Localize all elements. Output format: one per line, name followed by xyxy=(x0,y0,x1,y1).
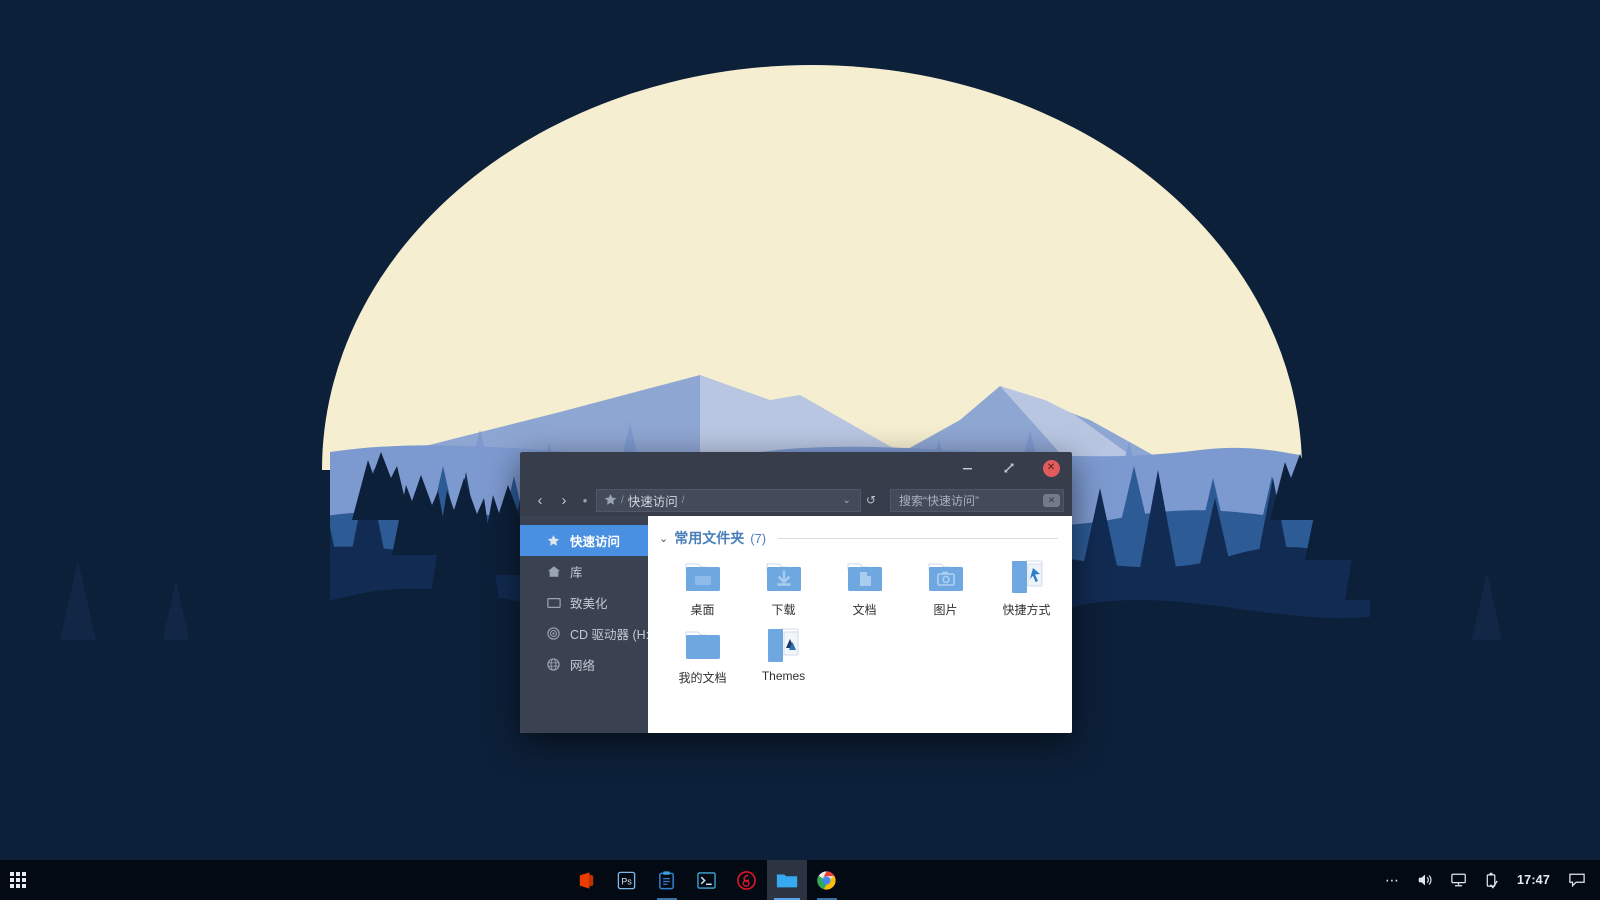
desktop-wallpaper xyxy=(0,0,1600,900)
taskbar-item-notes[interactable] xyxy=(647,860,687,900)
maximize-icon xyxy=(1004,463,1014,473)
photoshop-icon: Ps xyxy=(617,871,636,889)
folder-open-shortcut-icon xyxy=(1004,558,1050,596)
search-input[interactable]: 搜索“快速访问” ✕ xyxy=(890,488,1064,512)
folder-desktop-icon xyxy=(680,558,726,596)
clipboard-icon xyxy=(659,870,674,889)
maximize-button[interactable] xyxy=(988,452,1030,484)
refresh-button[interactable]: ↺ xyxy=(865,493,882,507)
tray-volume-button[interactable] xyxy=(1408,860,1442,900)
close-button[interactable]: ✕ xyxy=(1030,452,1072,484)
navigation-bar: ‹ › • / 快速访问 / ⌄ ↺ 搜索“快速访问” ✕ xyxy=(520,484,1072,516)
window-body: 快速访问 库 致美化 CD 驱动器 (H:) 网络 ⌄ 常用文件夹 (7) 桌面… xyxy=(520,516,1072,733)
folder-label: 图片 xyxy=(933,603,958,617)
folder-tile-desktop[interactable]: 桌面 xyxy=(662,556,743,624)
clear-search-icon[interactable]: ✕ xyxy=(1043,493,1060,507)
folder-grid: 桌面 下载 文档 图片 快捷方式 我的文档 Themes xyxy=(648,548,1072,692)
folder-tile-documents[interactable]: 文档 xyxy=(824,556,905,624)
folder-tile-shortcuts[interactable]: 快捷方式 xyxy=(986,556,1067,624)
folder-tile-themes[interactable]: Themes xyxy=(743,624,824,692)
tray-overflow-button[interactable]: ⋯ xyxy=(1377,860,1408,900)
monitor-icon xyxy=(546,597,561,609)
sidebar-item-quick-access[interactable]: 快速访问 xyxy=(520,525,648,556)
folder-label: 文档 xyxy=(852,603,877,617)
navigation-sidebar: 快速访问 库 致美化 CD 驱动器 (H:) 网络 xyxy=(520,516,653,733)
file-explorer-window[interactable]: ✕ ‹ › • / 快速访问 / ⌄ ↺ 搜索“快速访问” ✕ 快速访问 库 致… xyxy=(520,452,1072,733)
system-tray: ⋯ 17:47 xyxy=(1377,860,1600,900)
breadcrumb-path[interactable]: 快速访问 xyxy=(628,491,678,510)
back-button[interactable]: ‹ xyxy=(530,489,550,511)
folder-icon xyxy=(776,874,797,888)
folder-download-icon xyxy=(761,558,807,596)
ellipsis-icon: ⋯ xyxy=(1385,871,1401,888)
folder-label: 桌面 xyxy=(690,603,715,617)
taskbar-item-photoshop[interactable]: Ps xyxy=(607,860,647,900)
minimize-button[interactable] xyxy=(946,452,988,484)
folder-tile-downloads[interactable]: 下载 xyxy=(743,556,824,624)
window-titlebar[interactable]: ✕ xyxy=(520,452,1072,484)
sidebar-item-beautify[interactable]: 致美化 xyxy=(520,587,648,618)
usb-eject-icon xyxy=(1486,872,1498,889)
notification-center-button[interactable] xyxy=(1560,860,1594,900)
globe-icon xyxy=(546,658,561,671)
folder-label: 我的文档 xyxy=(678,671,727,685)
svg-text:Ps: Ps xyxy=(621,876,632,886)
app-launcher-button[interactable] xyxy=(0,860,36,900)
sidebar-item-label: 网络 xyxy=(570,659,596,673)
apps-grid-icon xyxy=(10,872,26,888)
sidebar-item-library[interactable]: 库 xyxy=(520,556,648,587)
sidebar-item-label: 快速访问 xyxy=(570,535,621,549)
music-icon xyxy=(737,870,756,890)
sidebar-item-label: 库 xyxy=(570,566,583,580)
folder-tile-my-documents[interactable]: 我的文档 xyxy=(662,624,743,692)
breadcrumb-separator-trailing: / xyxy=(681,494,685,506)
taskbar-item-terminal[interactable] xyxy=(687,860,727,900)
star-icon xyxy=(546,534,561,547)
forward-button[interactable]: › xyxy=(554,489,574,511)
sidebar-item-network[interactable]: 网络 xyxy=(520,649,648,680)
folder-open-themes-icon xyxy=(761,626,807,664)
clock[interactable]: 17:47 xyxy=(1507,873,1560,887)
volume-icon xyxy=(1418,874,1432,886)
tray-network-button[interactable] xyxy=(1442,860,1476,900)
chevron-down-icon[interactable]: ⌄ xyxy=(838,495,856,506)
folder-plain-icon xyxy=(680,626,726,664)
chrome-icon xyxy=(817,870,836,890)
breadcrumb-separator: / xyxy=(621,494,624,506)
chevron-down-icon[interactable]: ⌄ xyxy=(659,532,668,545)
office-icon xyxy=(579,871,594,889)
network-icon xyxy=(1451,873,1466,887)
group-header[interactable]: ⌄ 常用文件夹 (7) xyxy=(648,528,1072,548)
group-count: (7) xyxy=(750,530,767,546)
taskbar-item-file-explorer[interactable] xyxy=(766,860,807,900)
folder-pictures-icon xyxy=(923,558,969,596)
folder-tile-pictures[interactable]: 图片 xyxy=(905,556,986,624)
folder-document-icon xyxy=(842,558,888,596)
folder-label: 下载 xyxy=(771,603,796,617)
tray-usb-eject-button[interactable] xyxy=(1476,860,1507,900)
up-button[interactable]: • xyxy=(578,493,592,508)
sidebar-item-label: 致美化 xyxy=(570,597,608,611)
notification-icon xyxy=(1569,873,1585,888)
group-divider xyxy=(778,537,1058,539)
close-icon: ✕ xyxy=(1042,459,1060,477)
taskbar-item-office[interactable] xyxy=(567,860,607,900)
disc-icon xyxy=(546,627,561,640)
sidebar-item-label: CD 驱动器 (H:) xyxy=(570,628,654,642)
library-icon xyxy=(546,565,561,578)
folder-label: 快捷方式 xyxy=(1002,603,1051,617)
star-icon xyxy=(604,493,617,508)
sidebar-item-cd-drive[interactable]: CD 驱动器 (H:) xyxy=(520,618,653,649)
taskbar-item-netease-music[interactable] xyxy=(727,860,767,900)
file-list-panel: ⌄ 常用文件夹 (7) 桌面 下载 文档 图片 快捷方式 我的文档 Themes xyxy=(648,516,1072,733)
search-placeholder: 搜索“快速访问” xyxy=(899,493,979,508)
taskbar-item-chrome[interactable] xyxy=(807,860,847,900)
group-title: 常用文件夹 xyxy=(674,530,745,546)
taskbar-apps: Ps xyxy=(36,860,1377,900)
folder-label: Themes xyxy=(761,669,806,683)
address-bar[interactable]: / 快速访问 / ⌄ xyxy=(596,488,861,512)
terminal-icon xyxy=(697,871,716,889)
taskbar: Ps ⋯ 17:47 xyxy=(0,860,1600,900)
